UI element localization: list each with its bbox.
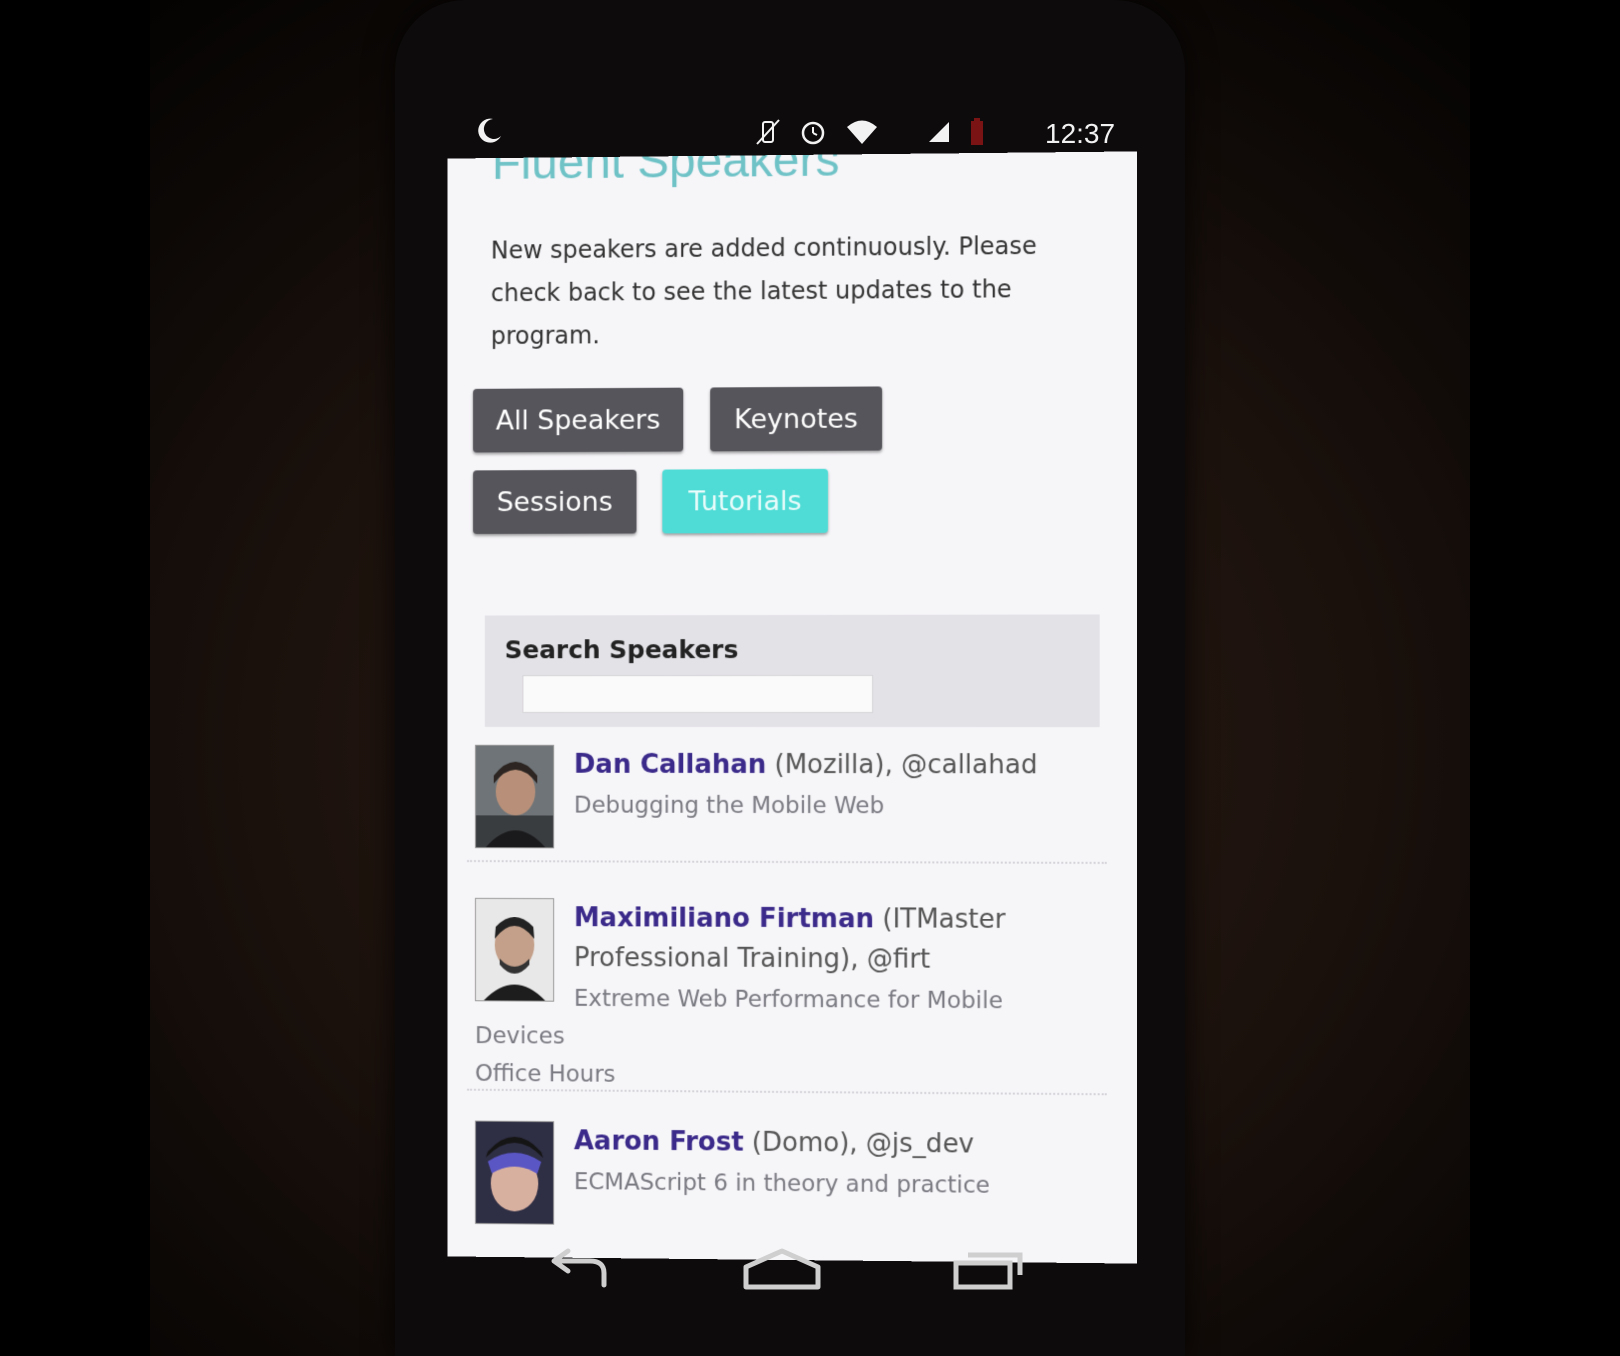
search-panel: Search Speakers xyxy=(484,614,1100,728)
intro-text: New speakers are added continuously. Ple… xyxy=(490,231,1037,351)
speaker-info: Maximiliano Firtman (ITMaster Profession… xyxy=(574,898,1095,980)
letterbox-left xyxy=(0,0,150,1356)
page-title: Fluent Speakers xyxy=(491,151,840,190)
speaker-info: Dan Callahan (Mozilla), @callahad Debugg… xyxy=(574,745,1095,827)
back-icon[interactable] xyxy=(540,1245,616,1299)
search-input[interactable] xyxy=(522,674,874,714)
search-label: Search Speakers xyxy=(504,635,739,665)
filter-keynotes-button[interactable]: Keynotes xyxy=(710,386,883,452)
battery-icon xyxy=(969,118,985,150)
letterbox-right xyxy=(1470,0,1620,1356)
clock: 12:37 xyxy=(1045,118,1116,149)
talk-link[interactable]: ECMAScript 6 in theory and practice xyxy=(574,1169,990,1199)
recents-icon[interactable] xyxy=(950,1245,1026,1299)
speaker-name-link[interactable]: Maximiliano Firtman xyxy=(574,903,874,934)
talk-link[interactable]: Debugging the Mobile Web xyxy=(574,793,884,820)
filter-tutorials-button[interactable]: Tutorials xyxy=(662,468,829,534)
speaker-item[interactable]: Aaron Frost (Domo), @js_dev ECMAScript 6… xyxy=(474,1120,1115,1225)
alarm-icon xyxy=(799,118,827,150)
speaker-affiliation: (Domo), @js_dev xyxy=(743,1127,975,1160)
speaker-name-link[interactable]: Aaron Frost xyxy=(574,1126,744,1157)
moon-icon xyxy=(475,116,503,148)
speaker-affiliation: (Mozilla), @callahad xyxy=(766,749,1038,781)
filter-all-speakers-button[interactable]: All Speakers xyxy=(473,387,684,453)
speaker-avatar[interactable] xyxy=(474,744,555,849)
browser-viewport[interactable]: Fluent Speakers New speakers are added c… xyxy=(447,151,1138,1264)
speaker-name-link[interactable]: Dan Callahan xyxy=(574,750,766,780)
speaker-item[interactable]: Maximiliano Firtman (ITMaster Profession… xyxy=(474,897,1115,1088)
filter-sessions-button[interactable]: Sessions xyxy=(473,469,637,535)
wifi-icon xyxy=(845,118,879,150)
talk-link[interactable]: Extreme Web Performance for Mobile Devic… xyxy=(475,986,1003,1050)
speaker-avatar[interactable] xyxy=(474,1120,555,1225)
status-icons xyxy=(755,118,985,150)
talk-list: Extreme Web Performance for Mobile Devic… xyxy=(475,979,1095,1097)
signal-icon xyxy=(927,120,951,148)
home-icon[interactable] xyxy=(740,1245,824,1299)
divider xyxy=(467,860,1107,864)
vibrate-icon xyxy=(755,118,781,150)
status-bar: 12:37 xyxy=(455,112,1135,154)
speaker-info: Aaron Frost (Domo), @js_dev ECMAScript 6… xyxy=(574,1121,1095,1207)
android-nav-bar xyxy=(520,1245,1040,1305)
